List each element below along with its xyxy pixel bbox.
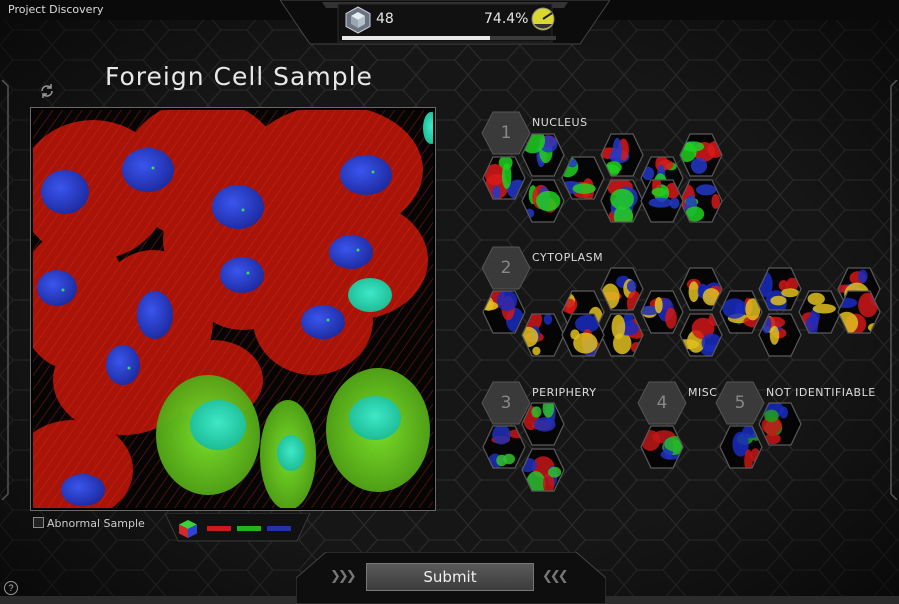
thumb-cell-blob: [543, 314, 553, 325]
thumb-cell-blob: [497, 291, 518, 311]
progress-bar: [342, 36, 556, 40]
category-2-example-thumb[interactable]: [640, 290, 684, 334]
category-2-number: 2: [500, 258, 512, 278]
blue-channel-toggle[interactable]: [267, 526, 291, 531]
thumb-cell-blob: [501, 163, 512, 189]
category-5-example-thumb[interactable]: [758, 402, 802, 446]
category-2-example-thumb[interactable]: [600, 313, 644, 357]
thumb-cell-blob: [651, 187, 667, 197]
category-3-example-thumb[interactable]: [521, 448, 565, 492]
abnormal-sample-label: Abnormal Sample: [47, 517, 145, 530]
thumb-cell-blob: [781, 288, 799, 298]
thumb-cell-blob: [770, 295, 787, 306]
category-5-label: NOT IDENTIFIABLE: [766, 386, 876, 399]
thumb-cell-blob: [690, 157, 708, 174]
category-3-example-thumb[interactable]: [521, 402, 565, 446]
rank-icon: [345, 6, 371, 34]
channel-cube-icon[interactable]: [178, 519, 198, 539]
thumb-cell-blob: [531, 406, 542, 418]
thumb-cell-blob: [688, 281, 699, 303]
category-2-example-thumb[interactable]: [679, 313, 723, 357]
thumb-cell-blob: [496, 454, 508, 467]
thumb-cell-blob: [492, 426, 511, 445]
thumb-cell-blob: [532, 346, 541, 356]
category-2-example-thumb[interactable]: [600, 267, 644, 311]
thumb-cell-blob: [707, 140, 722, 158]
thumb-cell-blob: [702, 288, 721, 306]
accuracy-gauge-icon: [531, 7, 555, 31]
thumb-cell-blob: [722, 298, 747, 319]
thumb-cell-blob: [807, 292, 825, 305]
category-1-example-thumb[interactable]: [640, 179, 684, 223]
app-title: Project Discovery: [8, 3, 104, 16]
category-1-label: NUCLEUS: [532, 116, 588, 129]
category-2-example-thumb[interactable]: [837, 290, 881, 334]
thumb-cell-blob: [536, 190, 561, 212]
left-edge: [1, 80, 9, 500]
category-1-example-thumb[interactable]: [521, 179, 565, 223]
thumb-cell-blob: [742, 426, 759, 439]
thumb-cell-blob: [605, 161, 622, 174]
abnormal-sample-checkbox[interactable]: [33, 517, 44, 528]
category-2-example-thumb[interactable]: [758, 313, 802, 357]
category-5-example-thumb[interactable]: [719, 425, 763, 469]
help-icon[interactable]: ?: [4, 581, 18, 595]
thumb-cell-blob: [492, 185, 501, 199]
thumb-cell-blob: [612, 137, 622, 163]
category-4-label: MISC: [688, 386, 718, 399]
progress-fill: [342, 36, 490, 40]
thumb-cell-blob: [858, 269, 868, 283]
category-1-example-thumb[interactable]: [482, 156, 526, 200]
thumb-cell-blob: [764, 409, 779, 423]
submit-button[interactable]: Submit: [366, 563, 534, 591]
accuracy-value: 74.4%: [484, 11, 529, 27]
sample-title: Foreign Cell Sample: [105, 62, 373, 91]
thumb-cell-blob: [648, 197, 673, 208]
thumb-cell-blob: [573, 332, 598, 354]
category-1-example-thumb[interactable]: [561, 156, 605, 200]
cell-sample-image: [33, 110, 433, 508]
category-3-example-thumb[interactable]: [482, 425, 526, 469]
red-channel-toggle[interactable]: [207, 526, 231, 531]
category-1-example-thumb[interactable]: [679, 133, 723, 177]
category-4-example-thumb[interactable]: [640, 425, 684, 469]
level-value: 48: [376, 11, 394, 27]
category-2-example-thumb[interactable]: [679, 267, 723, 311]
thumb-cell-blob: [761, 314, 772, 334]
category-2-example-thumb[interactable]: [521, 313, 565, 357]
thumb-cell-blob: [696, 184, 717, 196]
category-2-example-thumb[interactable]: [719, 290, 763, 334]
thumb-cell-blob: [611, 314, 626, 340]
thumb-cell-blob: [548, 466, 562, 478]
category-2-label: CYTOPLASM: [532, 251, 604, 264]
right-edge: [890, 80, 898, 500]
thumb-cell-blob: [769, 325, 780, 345]
submit-right-chevrons: ❮❮❮: [542, 569, 569, 584]
category-2-example-thumb[interactable]: [561, 313, 605, 357]
thumb-cell-blob: [665, 307, 677, 329]
category-4-number: 4: [656, 393, 668, 413]
refresh-icon[interactable]: [38, 82, 56, 100]
thumb-cell-blob: [858, 292, 879, 318]
category-2-example-thumb[interactable]: [482, 290, 526, 334]
category-1-example-thumb[interactable]: [600, 179, 644, 223]
category-3-label: PERIPHERY: [532, 386, 597, 399]
thumb-cell-blob: [779, 406, 788, 419]
thumb-cell-blob: [654, 297, 663, 314]
category-2-example-thumb[interactable]: [758, 267, 802, 311]
thumb-cell-blob: [626, 280, 637, 293]
thumb-cell-blob: [610, 188, 634, 210]
thumb-cell-blob: [764, 433, 781, 445]
category-1-example-thumb[interactable]: [600, 133, 644, 177]
thumb-cell-blob: [812, 303, 836, 314]
category-1-example-thumb[interactable]: [521, 133, 565, 177]
category-2-example-thumb[interactable]: [798, 290, 842, 334]
submit-left-chevrons: ❯❯❯: [330, 569, 357, 584]
category-1-example-thumb[interactable]: [679, 179, 723, 223]
green-channel-toggle[interactable]: [237, 526, 261, 531]
thumb-cell-blob: [572, 183, 596, 194]
thumb-cell-blob: [533, 417, 556, 432]
